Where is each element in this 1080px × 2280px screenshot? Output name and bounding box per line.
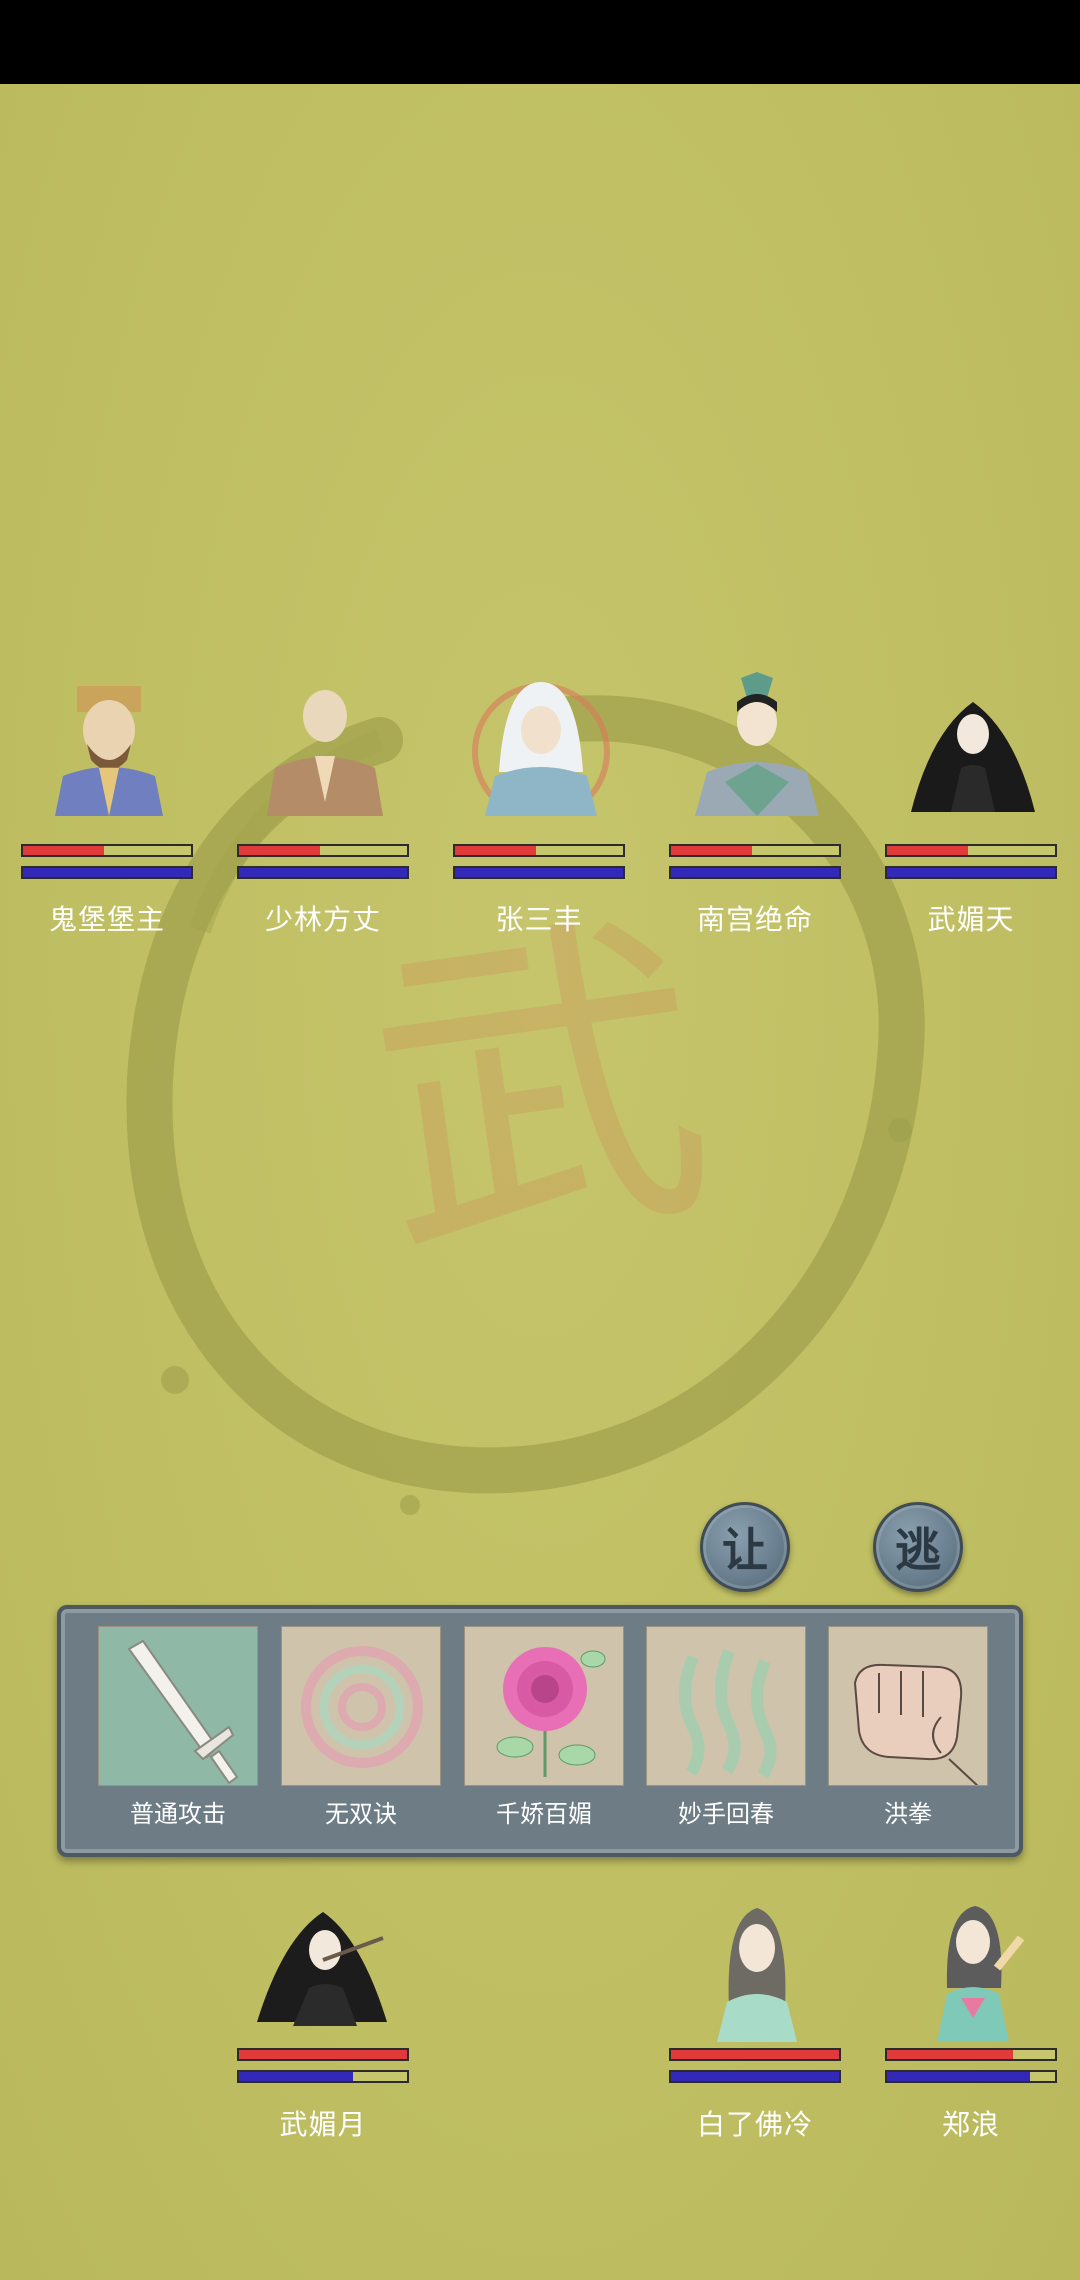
skill-normal-attack[interactable]: 普通攻击: [98, 1626, 258, 1829]
skill-panel: 普通攻击 无双诀 千娇百媚 妙手回春 洪拳: [57, 1605, 1023, 1857]
mp-bar: [669, 866, 841, 879]
hp-bar: [237, 2048, 409, 2061]
hp-bar: [669, 2048, 841, 2061]
mp-bar: [669, 2070, 841, 2083]
hp-bar: [885, 844, 1057, 857]
portrait-zhang-sanfeng-icon: [472, 682, 610, 816]
spiral-icon: [281, 1626, 441, 1786]
skill-qianjiao-baimei[interactable]: 千娇百媚: [464, 1626, 624, 1829]
character-name: 武媚天: [927, 903, 1015, 936]
skill-miaoshou-huichun[interactable]: 妙手回春: [646, 1626, 806, 1829]
character-name: 郑浪: [941, 2108, 1000, 2141]
mp-bar: [237, 866, 409, 879]
fist-icon: [828, 1626, 988, 1786]
skill-label: 普通攻击: [130, 1800, 226, 1828]
portrait-ghost-lord-icon: [55, 686, 163, 816]
mp-bar: [21, 866, 193, 879]
mp-bar: [885, 2070, 1057, 2083]
character-name: 张三丰: [495, 903, 583, 936]
portrait-shaolin-abbot-icon: [267, 690, 383, 816]
sword-icon: [98, 1626, 258, 1786]
mp-bar: [237, 2070, 409, 2083]
portrait-wu-meiyue-icon: [257, 1912, 387, 2026]
rose-icon: [464, 1626, 624, 1786]
skill-hong-fist[interactable]: 洪拳: [828, 1626, 988, 1829]
character-name: 武媚月: [279, 2108, 367, 2141]
skill-label: 无双诀: [325, 1800, 397, 1828]
hp-bar: [237, 844, 409, 857]
hp-bar: [885, 2048, 1057, 2061]
character-name: 鬼堡堡主: [48, 903, 165, 936]
hp-bar: [669, 844, 841, 857]
mp-bar: [885, 866, 1057, 879]
mp-bar: [453, 866, 625, 879]
wu-calligraphy-decoration: 武: [349, 876, 731, 1304]
portrait-nangong-icon: [695, 672, 819, 816]
character-name: 白了佛冷: [696, 2108, 813, 2141]
portrait-zheng-lang-icon: [937, 1906, 1025, 2042]
character-name: 少林方丈: [264, 903, 381, 936]
hp-bar: [21, 844, 193, 857]
flee-button[interactable]: 逃: [873, 1502, 963, 1592]
character-name: 南宫绝命: [696, 903, 813, 936]
skill-wushuang[interactable]: 无双诀: [281, 1626, 441, 1829]
healing-wave-icon: [646, 1626, 806, 1786]
portrait-wu-meitian-icon: [911, 702, 1035, 812]
yield-turn-button[interactable]: 让: [700, 1502, 790, 1592]
skill-label: 千娇百媚: [496, 1800, 592, 1828]
skill-label: 洪拳: [884, 1800, 932, 1828]
skill-label: 妙手回春: [678, 1800, 774, 1828]
portrait-bailiao-folleng-icon: [717, 1908, 797, 2042]
hp-bar: [453, 844, 625, 857]
